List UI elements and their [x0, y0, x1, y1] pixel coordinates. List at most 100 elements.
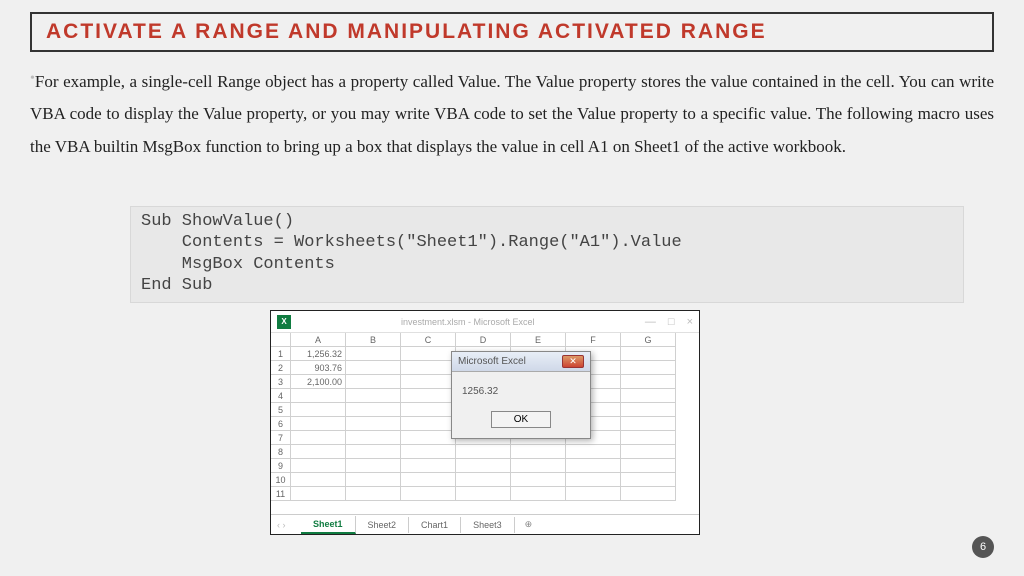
cell[interactable] — [621, 403, 676, 417]
body-text-content: For example, a single-cell Range object … — [30, 72, 994, 156]
msgbox-titlebar: Microsoft Excel ✕ — [452, 352, 590, 372]
page-title: ACTIVATE A RANGE AND MANIPULATING ACTIVA… — [46, 20, 978, 44]
cell[interactable] — [401, 389, 456, 403]
cell[interactable] — [291, 389, 346, 403]
cell[interactable] — [566, 459, 621, 473]
cell[interactable] — [346, 459, 401, 473]
row-header[interactable]: 5 — [271, 403, 291, 417]
cell[interactable] — [346, 431, 401, 445]
col-header[interactable]: E — [511, 333, 566, 347]
tab-sheet2[interactable]: Sheet2 — [356, 517, 410, 533]
msgbox-dialog: Microsoft Excel ✕ 1256.32 OK — [451, 351, 591, 439]
row-header[interactable]: 3 — [271, 375, 291, 389]
cell[interactable] — [621, 431, 676, 445]
col-header[interactable]: G — [621, 333, 676, 347]
cell[interactable] — [401, 487, 456, 501]
page-number: 6 — [972, 536, 994, 558]
cell[interactable] — [621, 417, 676, 431]
title-container: ACTIVATE A RANGE AND MANIPULATING ACTIVA… — [30, 12, 994, 52]
add-sheet-icon[interactable]: ⊕ — [515, 519, 543, 530]
cell[interactable] — [346, 347, 401, 361]
row-header[interactable]: 8 — [271, 445, 291, 459]
cell[interactable] — [291, 403, 346, 417]
cell[interactable] — [401, 361, 456, 375]
tab-chart1[interactable]: Chart1 — [409, 517, 461, 533]
row-header[interactable]: 11 — [271, 487, 291, 501]
cell[interactable] — [346, 445, 401, 459]
col-header[interactable]: D — [456, 333, 511, 347]
cell[interactable] — [456, 487, 511, 501]
close-icon[interactable]: × — [687, 316, 693, 328]
col-header[interactable]: B — [346, 333, 401, 347]
cell[interactable] — [621, 459, 676, 473]
row-header[interactable]: 9 — [271, 459, 291, 473]
cell[interactable] — [291, 487, 346, 501]
cell[interactable] — [566, 445, 621, 459]
row-header[interactable]: 1 — [271, 347, 291, 361]
cell[interactable] — [346, 361, 401, 375]
cell[interactable] — [456, 473, 511, 487]
cell[interactable] — [456, 445, 511, 459]
cell[interactable] — [401, 459, 456, 473]
cell[interactable] — [511, 445, 566, 459]
cell[interactable] — [346, 473, 401, 487]
msgbox-close-icon[interactable]: ✕ — [562, 355, 584, 368]
tab-sheet3[interactable]: Sheet3 — [461, 517, 515, 533]
sheet-tabs: ‹ › Sheet1 Sheet2 Chart1 Sheet3 ⊕ — [271, 514, 699, 534]
cell[interactable] — [346, 389, 401, 403]
minimize-icon[interactable]: — — [645, 316, 656, 328]
cell[interactable] — [291, 459, 346, 473]
cell[interactable] — [511, 473, 566, 487]
cell[interactable] — [566, 487, 621, 501]
cell[interactable] — [401, 403, 456, 417]
cell[interactable] — [291, 431, 346, 445]
cell[interactable] — [621, 445, 676, 459]
cell[interactable] — [621, 389, 676, 403]
cell[interactable] — [566, 473, 621, 487]
col-header[interactable]: F — [566, 333, 621, 347]
col-header[interactable]: A — [291, 333, 346, 347]
cell[interactable] — [621, 361, 676, 375]
cell[interactable] — [346, 417, 401, 431]
select-all-corner[interactable] — [271, 333, 291, 347]
maximize-icon[interactable]: □ — [668, 316, 675, 328]
cell[interactable] — [621, 375, 676, 389]
cell[interactable] — [346, 375, 401, 389]
msgbox-ok-button[interactable]: OK — [491, 411, 551, 428]
cell[interactable] — [621, 347, 676, 361]
excel-window: X investment.xlsm - Microsoft Excel — □ … — [270, 310, 700, 535]
row-header[interactable]: 6 — [271, 417, 291, 431]
row-header[interactable]: 4 — [271, 389, 291, 403]
cell[interactable] — [621, 487, 676, 501]
cell[interactable] — [621, 473, 676, 487]
cell[interactable] — [291, 445, 346, 459]
excel-window-title: investment.xlsm - Microsoft Excel — [401, 317, 645, 327]
cell[interactable] — [401, 375, 456, 389]
cell[interactable] — [291, 473, 346, 487]
tab-sheet1[interactable]: Sheet1 — [301, 516, 356, 534]
msgbox-content: 1256.32 — [452, 372, 590, 405]
col-header[interactable]: C — [401, 333, 456, 347]
cell[interactable] — [401, 431, 456, 445]
cell-a2[interactable]: 903.76 — [291, 361, 346, 375]
row-header[interactable]: 7 — [271, 431, 291, 445]
row-header[interactable]: 2 — [271, 361, 291, 375]
row-header[interactable]: 10 — [271, 473, 291, 487]
cell-a1[interactable]: 1,256.32 — [291, 347, 346, 361]
cell[interactable] — [456, 459, 511, 473]
cell[interactable] — [401, 473, 456, 487]
cell[interactable] — [511, 487, 566, 501]
cell[interactable] — [401, 417, 456, 431]
window-buttons: — □ × — [645, 316, 693, 328]
cell-a3[interactable]: 2,100.00 — [291, 375, 346, 389]
cell[interactable] — [346, 403, 401, 417]
tab-nav-icon[interactable]: ‹ › — [277, 520, 286, 530]
code-block: Sub ShowValue() Contents = Worksheets("S… — [130, 206, 964, 303]
cell[interactable] — [346, 487, 401, 501]
excel-icon: X — [277, 315, 291, 329]
body-paragraph: •For example, a single-cell Range object… — [30, 66, 994, 163]
cell[interactable] — [401, 347, 456, 361]
cell[interactable] — [401, 445, 456, 459]
cell[interactable] — [511, 459, 566, 473]
cell[interactable] — [291, 417, 346, 431]
